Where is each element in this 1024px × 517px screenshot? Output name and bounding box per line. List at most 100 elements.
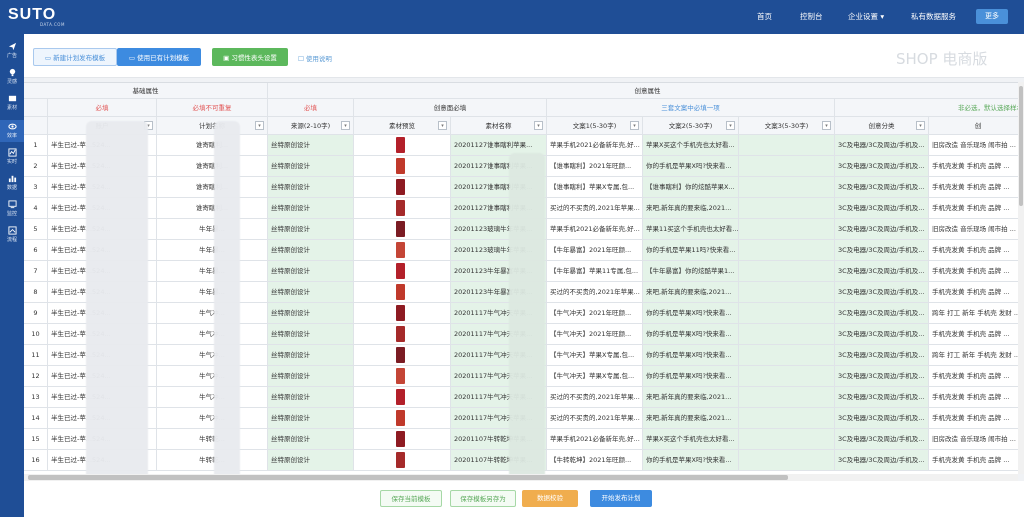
material-preview-cell[interactable] [354,450,451,471]
table-cell[interactable]: 谁寄瞎利... [157,198,268,219]
material-preview-cell[interactable] [354,219,451,240]
table-cell[interactable]: 【牛年暴富】你的炫酷苹果1... [643,261,739,282]
table-cell[interactable]: 你的手机是苹果X吗?快来看... [643,366,739,387]
save-template-as-button[interactable]: 保存模板另存为 [450,490,516,507]
sidebar-item-ads[interactable]: 广告 [0,42,24,62]
table-cell[interactable]: 【牛气冲天】2021年旺颜... [547,324,643,345]
table-cell[interactable]: 手机壳发黄 手机壳 品牌 ... [929,282,1018,303]
table-cell[interactable]: 来吧,新年真的要来临,2021... [643,387,739,408]
table-cell[interactable]: 3C及电器/3C及周边/手机及... [835,219,929,240]
filter-dropdown-icon[interactable]: ▾ [822,121,831,130]
table-cell[interactable]: 牛气冲... [157,324,268,345]
table-cell[interactable]: 苹果X买这个手机壳也太好看... [643,135,739,156]
table-cell[interactable] [739,429,835,450]
material-thumbnail[interactable] [396,452,405,468]
table-cell[interactable]: 3C及电器/3C及周边/手机及... [835,240,929,261]
material-preview-cell[interactable] [354,261,451,282]
sidebar-item-material[interactable]: 素材 [0,94,24,114]
table-cell[interactable]: 丝特原创设计 [268,261,354,282]
table-cell[interactable] [739,261,835,282]
table-cell[interactable]: 3C及电器/3C及周边/手机及... [835,345,929,366]
sidebar-item-inspiration[interactable]: 灵感 [0,68,24,88]
table-cell[interactable]: 手机壳发黄 手机壳 品牌 ... [929,177,1018,198]
table-cell[interactable] [739,282,835,303]
table-cell[interactable]: 旧房改造 音乐现场 闹市拍 ... [929,429,1018,450]
table-cell[interactable]: 苹果手机2021必备新年壳,好... [547,135,643,156]
nav-company-settings[interactable]: 企业设置 ▾ [848,11,884,22]
table-cell[interactable]: 跨年 打工 新年 手机壳 发财 ... [929,303,1018,324]
table-cell[interactable]: 牛气冲... [157,408,268,429]
table-cell[interactable] [739,387,835,408]
filter-dropdown-icon[interactable]: ▾ [438,121,447,130]
table-cell[interactable]: 来吧,新年真的要来临,2021... [643,198,739,219]
table-cell[interactable]: 手机壳发黄 手机壳 品牌 ... [929,261,1018,282]
nav-private-data[interactable]: 私有数据服务 [911,11,956,22]
table-cell[interactable]: 牛年暴... [157,282,268,303]
table-cell[interactable]: 牛气冲... [157,345,268,366]
table-cell[interactable]: 你的手机是苹果X吗?快来看... [643,324,739,345]
scrollbar-thumb[interactable] [1019,86,1023,206]
table-cell[interactable]: 丝特原创设计 [268,219,354,240]
material-thumbnail[interactable] [396,179,405,195]
table-cell[interactable]: 牛气冲... [157,366,268,387]
material-thumbnail[interactable] [396,284,405,300]
table-cell[interactable]: 丝特原创设计 [268,282,354,303]
material-thumbnail[interactable] [396,431,405,447]
filter-dropdown-icon[interactable]: ▾ [255,121,264,130]
table-cell[interactable]: 丝特原创设计 [268,366,354,387]
material-preview-cell[interactable] [354,303,451,324]
table-cell[interactable]: 【谁事瞎利】你的炫酷苹果X... [643,177,739,198]
help-link[interactable]: ☐ 使用说明 [298,53,332,63]
table-cell[interactable] [739,219,835,240]
table-cell[interactable]: 【牛气冲天】苹果X专属,包... [547,345,643,366]
material-preview-cell[interactable] [354,198,451,219]
table-cell[interactable]: 你的手机是苹果11吗?快来看... [643,240,739,261]
table-cell[interactable]: 牛气冲... [157,387,268,408]
material-preview-cell[interactable] [354,135,451,156]
sidebar-item-data[interactable]: 数据 [0,174,24,194]
material-preview-cell[interactable] [354,408,451,429]
table-cell[interactable]: 牛年暴... [157,240,268,261]
table-cell[interactable]: 苹果11买这个手机壳也太好看... [643,219,739,240]
table-cell[interactable]: 手机壳发黄 手机壳 品牌 ... [929,387,1018,408]
new-template-button[interactable]: ▭ 新建计划发布模板 [33,48,117,66]
filter-dropdown-icon[interactable]: ▾ [726,121,735,130]
nav-console[interactable]: 控制台 [800,11,823,22]
table-cell[interactable]: 丝特原创设计 [268,303,354,324]
material-thumbnail[interactable] [396,200,405,216]
filter-dropdown-icon[interactable]: ▾ [630,121,639,130]
table-cell[interactable] [739,198,835,219]
material-thumbnail[interactable] [396,368,405,384]
table-cell[interactable]: 苹果手机2021必备新年壳,好... [547,219,643,240]
table-cell[interactable]: 【牛年暴富】苹果11专属,包... [547,261,643,282]
table-cell[interactable] [739,366,835,387]
table-cell[interactable]: 丝特原创设计 [268,135,354,156]
table-cell[interactable]: 苹果手机2021必备新年壳,好... [547,429,643,450]
table-cell[interactable]: 【牛年暴富】2021年旺颜... [547,240,643,261]
table-cell[interactable]: 3C及电器/3C及周边/手机及... [835,324,929,345]
table-cell[interactable]: 丝特原创设计 [268,177,354,198]
scrollbar-thumb[interactable] [28,475,788,480]
table-cell[interactable]: 丝特原创设计 [268,240,354,261]
table-cell[interactable]: 来吧,新年真的要来临,2021... [643,282,739,303]
table-cell[interactable]: 手机壳发黄 手机壳 品牌 ... [929,450,1018,471]
table-cell[interactable] [739,408,835,429]
table-cell[interactable]: 3C及电器/3C及周边/手机及... [835,282,929,303]
sidebar-item-process[interactable]: 流程 [0,226,24,246]
table-cell[interactable] [739,303,835,324]
table-cell[interactable]: 丝特原创设计 [268,198,354,219]
table-cell[interactable]: 【牛气冲天】苹果X专属,包... [547,366,643,387]
material-thumbnail[interactable] [396,305,405,321]
table-cell[interactable] [739,156,835,177]
table-cell[interactable]: 来吧,新年真的要来临,2021... [643,408,739,429]
use-template-button[interactable]: ▭ 使用已有计划模板 [117,48,201,66]
table-cell[interactable]: 3C及电器/3C及周边/手机及... [835,450,929,471]
table-cell[interactable]: 【谁事瞎利】苹果X专属,包... [547,177,643,198]
table-cell[interactable]: 3C及电器/3C及周边/手机及... [835,366,929,387]
sidebar-item-realtime[interactable]: 实时 [0,148,24,168]
material-thumbnail[interactable] [396,347,405,363]
table-cell[interactable]: 3C及电器/3C及周边/手机及... [835,135,929,156]
table-cell[interactable]: 3C及电器/3C及周边/手机及... [835,303,929,324]
save-current-template-button[interactable]: 保存当前模板 [380,490,442,507]
start-publish-button[interactable]: 开始发布计划 [590,490,652,507]
